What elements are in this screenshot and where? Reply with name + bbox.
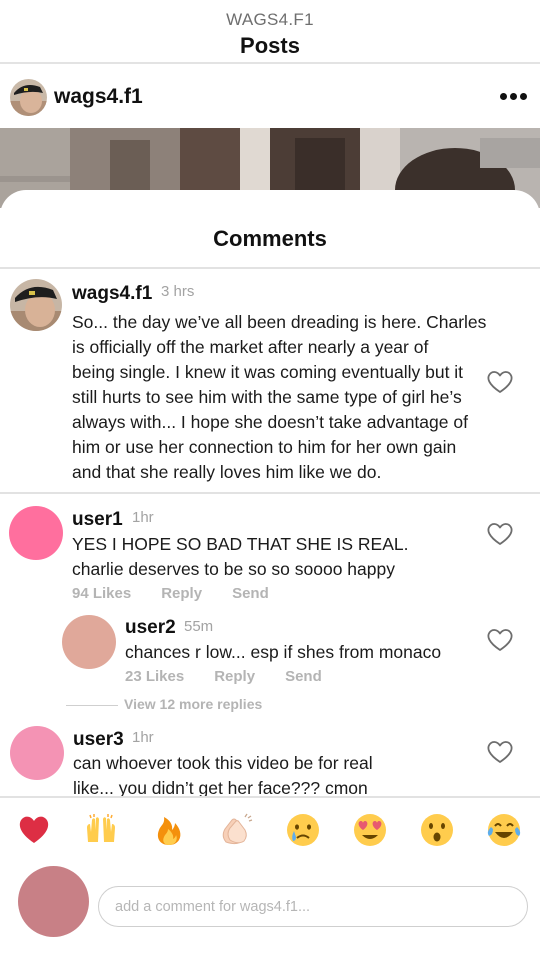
raising-hands-icon[interactable] [83,812,119,848]
comment-timestamp: 1hr [132,509,154,526]
comment-text: YES I HOPE SO BAD THAT SHE IS REAL. char… [72,532,482,582]
view-more-replies-label[interactable]: View 12 more replies [124,696,262,712]
divider [66,705,118,706]
like-heart-icon[interactable] [486,627,514,653]
surprised-face-icon[interactable] [419,812,455,848]
send-button[interactable]: Send [285,668,322,685]
comment-line: can whoever took this video be for real [73,753,373,773]
comment-composer [0,860,540,960]
like-heart-icon[interactable] [486,369,514,395]
comment-text: chances r low... esp if shes from monaco [125,640,480,665]
heart-eyes-icon[interactable] [352,812,388,848]
emoji-quick-bar [0,796,540,860]
fire-icon[interactable] [151,812,187,848]
post-author-avatar[interactable] [10,79,47,116]
comment-actions: 94 Likes Reply Send [72,585,299,602]
caption-comment: wags4.f1 3 hrs So... the day we’ve all b… [0,270,540,492]
comment-input[interactable] [98,886,528,927]
comment-timestamp: 3 hrs [161,283,195,300]
account-name: WAGS4.F1 [226,10,314,29]
comment-line: still hurts to see him with the same typ… [72,387,462,407]
post-header: wags4.f1 [0,66,540,128]
comment-item: user1 1hr YES I HOPE SO BAD THAT SHE IS … [0,500,540,610]
comment-line: YES I HOPE SO BAD THAT SHE IS REAL. [72,534,409,554]
view-more-replies[interactable]: View 12 more replies [66,696,466,716]
comment-text: So... the day we’ve all been dreading is… [72,310,532,485]
comment-line: always with... I hope she doesn’t take a… [72,412,468,432]
clapping-hands-icon[interactable] [218,812,254,848]
commenter-avatar[interactable] [10,726,64,780]
comment-line: chances r low... esp if shes from monaco [125,642,442,662]
divider [0,267,540,269]
like-heart-icon[interactable] [486,521,514,547]
tears-of-joy-icon[interactable] [486,812,522,848]
send-button[interactable]: Send [232,585,269,602]
comment-username[interactable]: user3 [73,729,124,751]
comment-timestamp: 1hr [132,729,154,746]
comment-username[interactable]: user2 [125,617,176,639]
crying-face-icon[interactable] [285,812,321,848]
post-author-username[interactable]: wags4.f1 [54,85,143,109]
comment-actions: 23 Likes Reply Send [125,668,352,685]
comment-timestamp: 55m [184,618,214,635]
commenter-avatar[interactable] [9,506,63,560]
comment-line: and that she really loves him like we do… [72,462,382,482]
comment-line: is officially off the market after nearl… [72,337,429,357]
commenter-avatar[interactable] [10,279,62,331]
reply-item: user2 55m chances r low... esp if shes f… [0,610,540,694]
likes-count[interactable]: 94 Likes [72,585,131,602]
red-heart-icon[interactable] [16,812,52,848]
divider [0,492,540,494]
more-options-icon[interactable] [498,84,530,108]
likes-count[interactable]: 23 Likes [125,668,184,685]
comment-line: like... you didn’t get her face??? cmon [73,778,368,796]
comment-username[interactable]: user1 [72,509,123,531]
comments-title: Comments [213,226,327,251]
top-header: WAGS4.F1 Posts [0,0,540,64]
current-user-avatar [18,866,89,937]
like-heart-icon[interactable] [486,739,514,765]
commenter-avatar[interactable] [62,615,116,669]
comment-line: So... the day we’ve all been dreading is… [72,312,487,332]
page-title: Posts [240,33,300,58]
comment-line: charlie deserves to be so so soooo happy [72,559,395,579]
comment-item: user3 1hr can whoever took this video be… [0,720,540,796]
comment-line: him or use her connection to him for her… [72,437,457,457]
comment-text: can whoever took this video be for real … [73,751,483,796]
reply-button[interactable]: Reply [161,585,202,602]
comment-line: being single. I knew it was coming event… [72,362,464,382]
comment-username[interactable]: wags4.f1 [72,283,152,305]
reply-button[interactable]: Reply [214,668,255,685]
